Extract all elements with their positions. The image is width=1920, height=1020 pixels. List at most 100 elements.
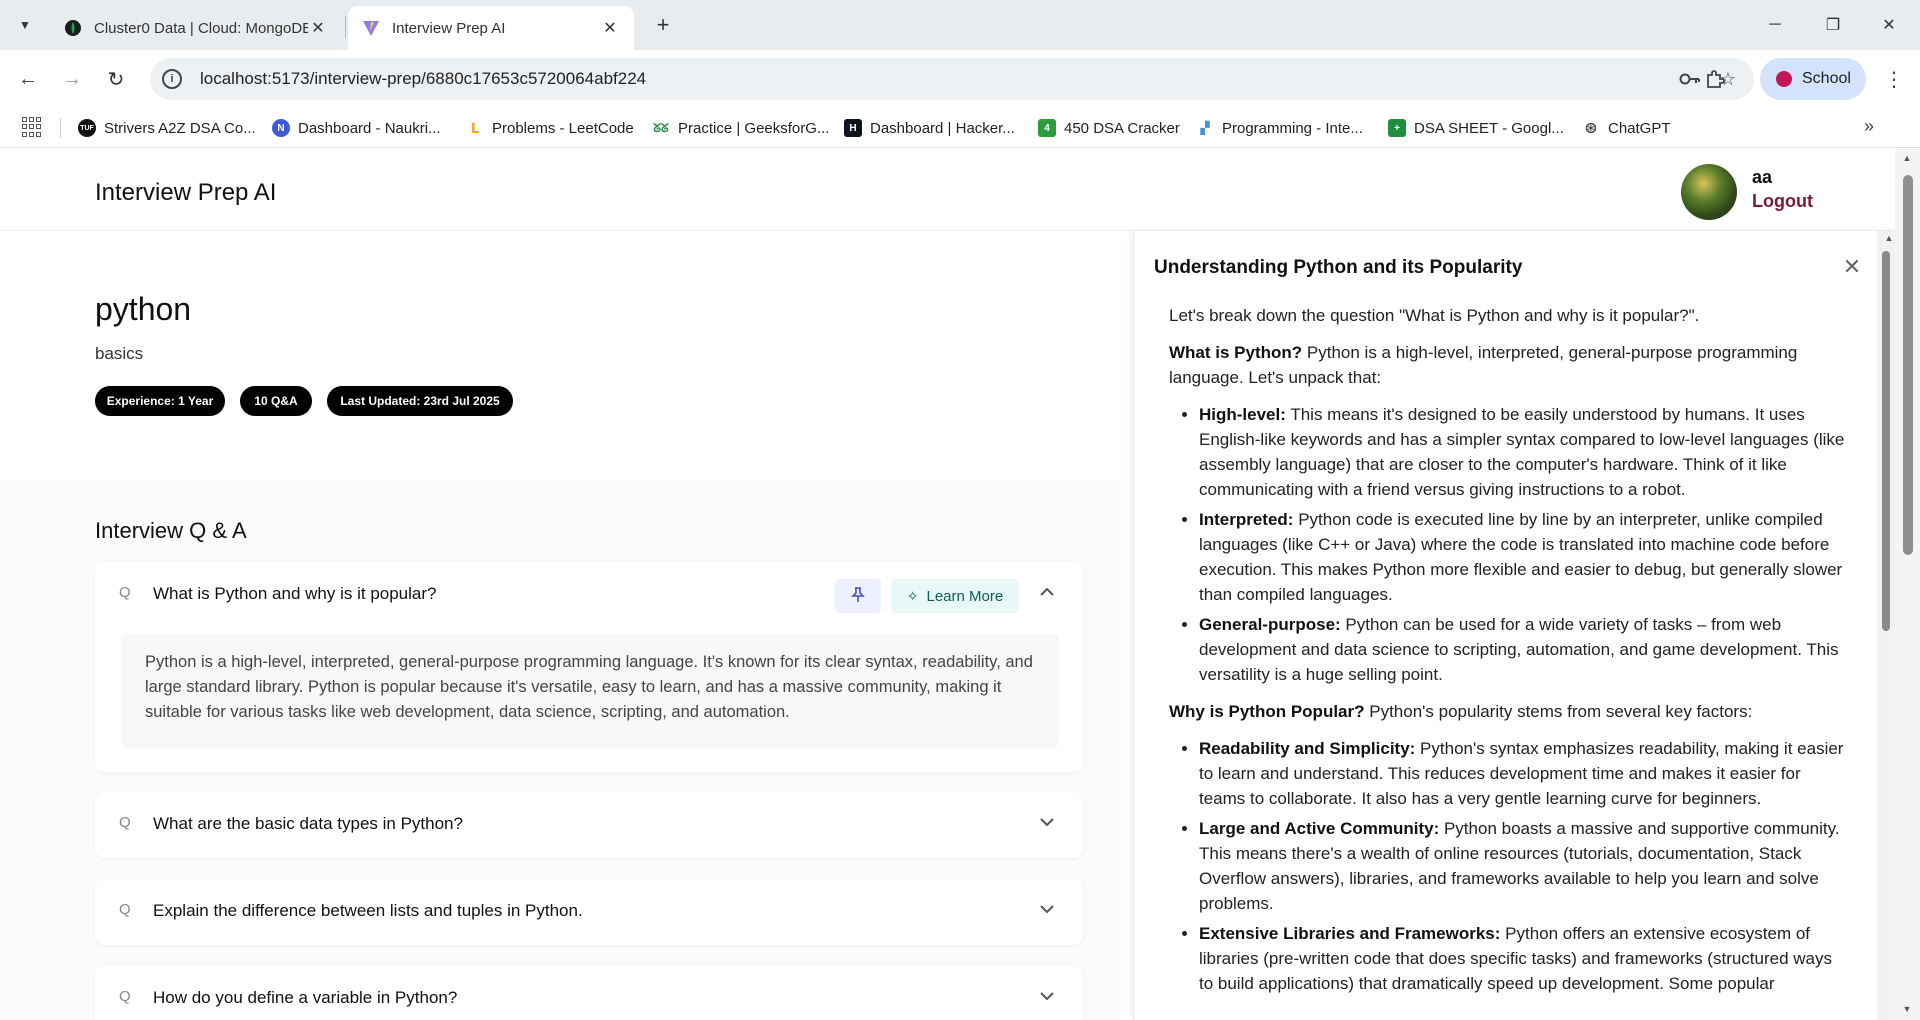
term: General-purpose: <box>1199 615 1341 634</box>
vite-logo-icon <box>362 19 380 37</box>
tab-divider <box>345 16 346 38</box>
forward-arrow-icon[interactable]: → <box>56 63 88 95</box>
bookmarks-bar: TUF Strivers A2Z DSA Co... N Dashboard -… <box>0 108 1920 148</box>
password-key-icon[interactable] <box>1678 67 1702 91</box>
logout-button[interactable]: Logout <box>1752 191 1813 212</box>
bookmark-label: 450 DSA Cracker <box>1064 119 1180 137</box>
experience-badge: Experience: 1 Year <box>95 386 225 416</box>
chatgpt-logo-icon: ⊛ <box>1584 120 1598 137</box>
scroll-up-arrow-icon[interactable]: ▲ <box>1883 233 1895 243</box>
question-q-icon: Q <box>119 988 131 1005</box>
reload-icon[interactable]: ↻ <box>100 63 132 95</box>
apps-grid-icon[interactable] <box>22 117 42 137</box>
chevron-up-icon[interactable] <box>1037 582 1057 602</box>
term: High-level: <box>1199 405 1286 424</box>
list-item: High-level: This means it's designed to … <box>1199 402 1849 502</box>
question-text[interactable]: What are the basic data types in Python? <box>153 814 463 834</box>
new-tab-plus-icon[interactable]: + <box>650 12 676 38</box>
tab-title: Interview Prep AI <box>392 19 506 37</box>
bookmarks-divider <box>60 118 61 138</box>
bookmark-item[interactable]: TUF Strivers A2Z DSA Co... <box>78 114 256 142</box>
close-drawer-icon[interactable]: ✕ <box>1840 254 1864 279</box>
learn-more-drawer: Understanding Python and its Popularity … <box>1133 231 1895 1020</box>
page-scrollbar[interactable]: ▲ ▼ <box>1895 149 1920 1020</box>
last-updated-badge: Last Updated: 23rd Jul 2025 <box>327 386 513 416</box>
hackerrank-logo-icon: H <box>844 119 862 137</box>
bookmark-item[interactable]: ᒪ Problems - LeetCode <box>466 114 634 142</box>
back-arrow-icon[interactable]: ← <box>12 63 44 95</box>
profile-button[interactable]: School <box>1760 58 1866 100</box>
site-info-icon[interactable]: i <box>162 69 182 89</box>
app-title[interactable]: Interview Prep AI <box>95 179 276 207</box>
url-text[interactable]: localhost:5173/interview-prep/6880c17653… <box>200 69 1678 89</box>
learn-more-label: Learn More <box>926 587 1004 605</box>
question-text[interactable]: What is Python and why is it popular? <box>153 584 436 604</box>
bookmark-item[interactable]: N Dashboard - Naukri... <box>272 114 441 142</box>
browser-menu-kebab-icon[interactable]: ⋮ <box>1880 64 1908 94</box>
session-topic: basics <box>95 344 144 363</box>
bookmark-label: ChatGPT <box>1608 119 1671 137</box>
bookmark-label: Strivers A2Z DSA Co... <box>104 119 256 137</box>
tab-search-chevron-icon[interactable]: ▼ <box>10 10 40 40</box>
drawer-scrollbar-thumb[interactable] <box>1882 251 1890 631</box>
list-item: Extensive Libraries and Frameworks: Pyth… <box>1199 921 1849 996</box>
session-summary: python basics Experience: 1 Year 10 Q&A … <box>0 231 1120 481</box>
extensions-puzzle-icon[interactable] <box>1700 64 1730 94</box>
bookmark-item[interactable]: ▞ Programming - Inte... <box>1196 114 1363 142</box>
learn-more-button[interactable]: ✧ Learn More <box>891 579 1019 613</box>
minimize-window-icon[interactable]: ─ <box>1752 10 1798 40</box>
close-tab-icon[interactable]: ✕ <box>308 18 328 38</box>
page-content: Interview Prep AI aa Logout python basic… <box>0 149 1920 1020</box>
chevron-down-icon[interactable] <box>1037 899 1057 919</box>
dsa-cracker-logo-icon: 4 <box>1038 119 1056 137</box>
qa-question-row[interactable]: Q Explain the difference between lists a… <box>95 879 1083 945</box>
qa-card-expanded: Q What is Python and why is it popular? … <box>95 562 1083 772</box>
restore-window-icon[interactable]: ❐ <box>1810 10 1856 40</box>
bookmark-item[interactable]: 4 450 DSA Cracker <box>1038 114 1180 142</box>
sparkle-icon: ✧ <box>906 587 919 604</box>
user-name: aa <box>1752 167 1773 187</box>
drawer-scrollbar[interactable]: ▲ <box>1877 231 1895 1020</box>
term-text: This means it's designed to be easily un… <box>1199 405 1845 499</box>
bookmark-item[interactable]: + DSA SHEET - Googl... <box>1388 114 1564 142</box>
close-tab-icon[interactable]: ✕ <box>600 18 620 38</box>
bullet-list: Readability and Simplicity: Python's syn… <box>1199 736 1849 996</box>
qa-question-row[interactable]: Q What are the basic data types in Pytho… <box>95 792 1083 858</box>
qa-card[interactable]: Q Explain the difference between lists a… <box>95 879 1083 945</box>
bookmark-item[interactable]: H Dashboard | Hacker... <box>844 114 1015 142</box>
qa-question-row[interactable]: Q What is Python and why is it popular? … <box>95 562 1083 628</box>
qa-question-row[interactable]: Q How do you define a variable in Python… <box>95 966 1083 1020</box>
avatar[interactable] <box>1681 164 1737 220</box>
interviewbit-logo-icon: ▞ <box>1200 121 1210 135</box>
address-bar[interactable]: i localhost:5173/interview-prep/6880c176… <box>150 58 1754 100</box>
question-text[interactable]: How do you define a variable in Python? <box>153 988 457 1008</box>
bookmark-label: DSA SHEET - Googl... <box>1414 119 1564 137</box>
profile-avatar-icon <box>1776 71 1792 87</box>
question-text[interactable]: Explain the difference between lists and… <box>153 901 583 921</box>
browser-toolbar: ← → ↻ i localhost:5173/interview-prep/68… <box>0 50 1920 108</box>
page-scrollbar-thumb[interactable] <box>1903 175 1913 555</box>
tab-interview-prep[interactable]: Interview Prep AI ✕ <box>348 6 634 50</box>
bookmark-item[interactable]: ⊛ ChatGPT <box>1582 114 1671 142</box>
tab-mongodb[interactable]: Cluster0 Data | Cloud: MongoDB ✕ <box>50 6 342 50</box>
more-bookmarks-chevron-icon[interactable]: » <box>1864 116 1874 137</box>
drawer-paragraph: Why is Python Popular? Python's populari… <box>1169 699 1849 724</box>
scroll-up-arrow-icon[interactable]: ▲ <box>1901 153 1913 163</box>
scroll-down-arrow-icon[interactable]: ▼ <box>1901 1004 1913 1014</box>
bookmark-item[interactable]: ᘜᘜ Practice | GeeksforG... <box>652 114 829 142</box>
qa-card[interactable]: Q How do you define a variable in Python… <box>95 966 1083 1020</box>
pin-icon <box>851 586 865 606</box>
chevron-down-icon[interactable] <box>1037 986 1057 1006</box>
close-window-icon[interactable]: ✕ <box>1866 10 1912 40</box>
list-item: Large and Active Community: Python boast… <box>1199 816 1849 916</box>
mongodb-leaf-icon <box>64 19 82 37</box>
session-role-title: python <box>95 291 192 327</box>
pin-button[interactable] <box>835 579 881 613</box>
geeksforgeeks-logo-icon: ᘜᘜ <box>653 120 669 135</box>
chevron-down-icon[interactable] <box>1037 812 1057 832</box>
qa-card[interactable]: Q What are the basic data types in Pytho… <box>95 792 1083 858</box>
qa-heading: Interview Q & A <box>95 518 247 543</box>
list-item: Readability and Simplicity: Python's syn… <box>1199 736 1849 811</box>
drawer-explanation: Let's break down the question "What is P… <box>1169 303 1849 1008</box>
answer-text: Python is a high-level, interpreted, gen… <box>121 634 1059 748</box>
